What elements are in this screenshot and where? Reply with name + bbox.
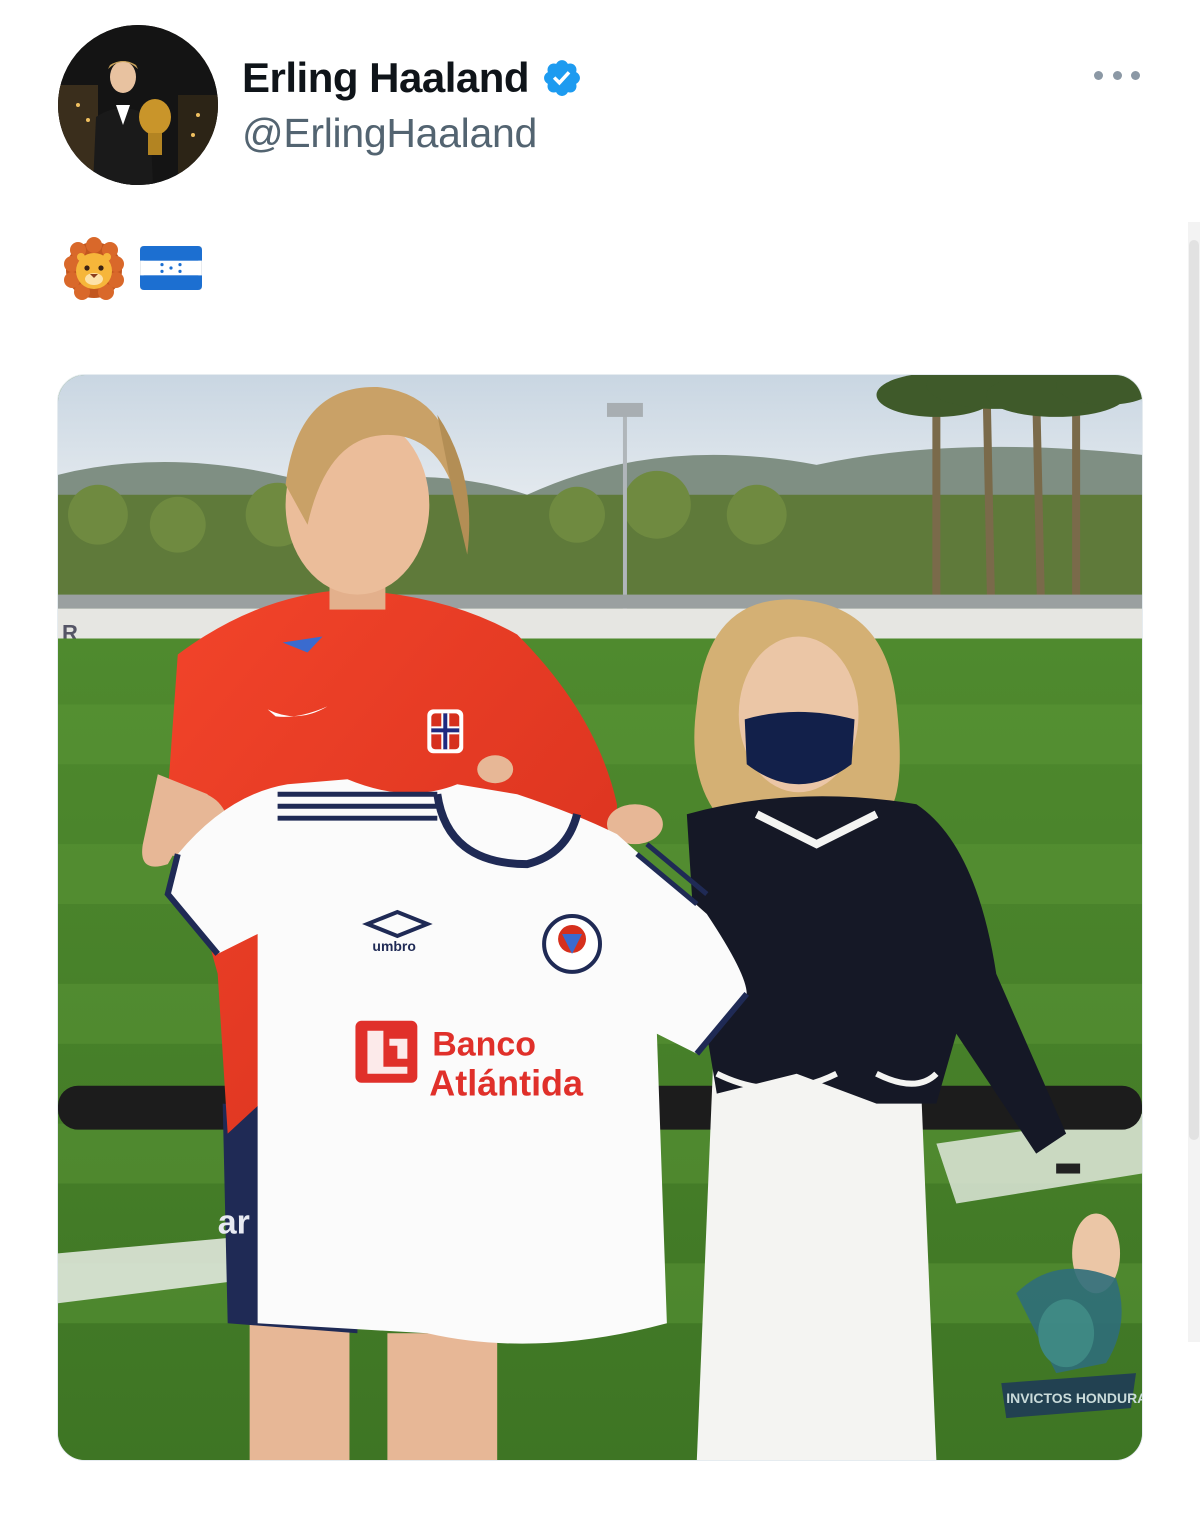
- verified-badge-icon: [541, 57, 583, 99]
- shorts-text: ar: [218, 1203, 250, 1241]
- lion-face-emoji-icon: [62, 236, 126, 300]
- jersey-sponsor-line2: Atlántida: [429, 1063, 584, 1104]
- more-dot: [1112, 70, 1122, 80]
- scrollbar-thumb[interactable]: [1189, 240, 1199, 1140]
- author-display-name[interactable]: Erling Haaland: [242, 54, 530, 102]
- author-name-row[interactable]: Erling Haaland: [242, 50, 583, 106]
- tweet-photo[interactable]: R ar umbro Banco Atlántida INVICTOS HOND…: [57, 374, 1143, 1461]
- jersey-sponsor-line1: Banco: [432, 1026, 536, 1064]
- watermark-text: INVICTOS HONDURAS: [1006, 1390, 1142, 1406]
- author-avatar[interactable]: [58, 25, 218, 185]
- jersey-brand: umbro: [372, 938, 415, 954]
- honduras-flag-emoji-icon: [140, 246, 202, 290]
- more-options-icon[interactable]: [1094, 62, 1140, 88]
- more-dot: [1131, 70, 1140, 80]
- tweet-text: [62, 232, 202, 304]
- more-dot: [1094, 70, 1103, 80]
- tweet: Erling Haaland @ErlingHaaland R ar umbro…: [0, 0, 1200, 1515]
- author-handle[interactable]: @ErlingHaaland: [242, 110, 537, 157]
